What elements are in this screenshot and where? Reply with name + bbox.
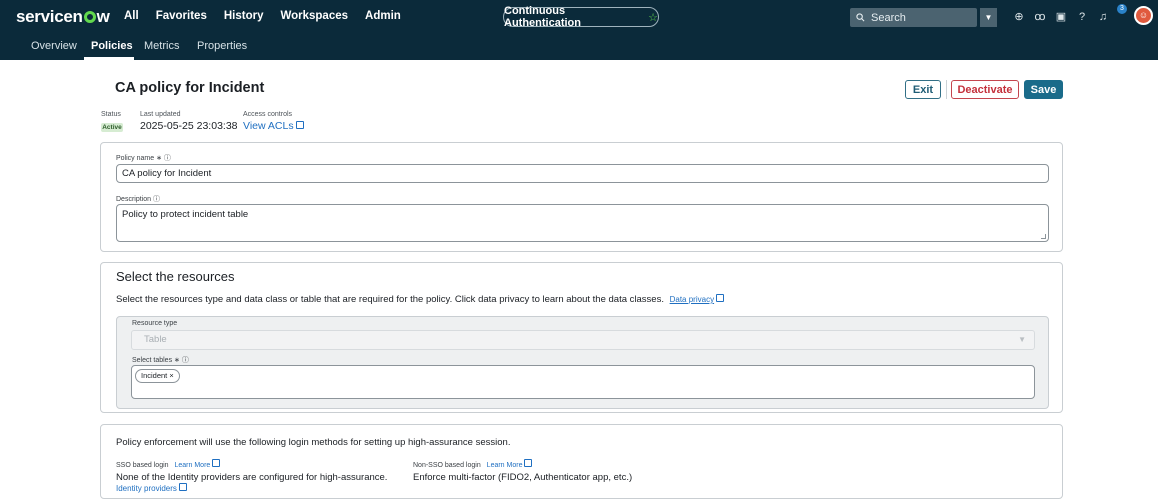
avatar[interactable]: ☺: [1134, 6, 1153, 25]
sso-label-row: SSO based login Learn More: [116, 459, 221, 469]
sso-value: None of the Identity providers are confi…: [116, 472, 388, 483]
sub-navigation: Overview Policies Metrics Properties: [0, 35, 1158, 60]
policy-name-label: Policy name ∗ ⓘ: [116, 155, 171, 162]
policy-name-field[interactable]: CA policy for Incident: [116, 164, 1049, 183]
nav-all[interactable]: All: [124, 10, 139, 22]
non-sso-value: Enforce multi-factor (FIDO2, Authenticat…: [413, 472, 633, 483]
description-label: Description ⓘ: [116, 196, 160, 203]
data-privacy-link[interactable]: Data privacy: [669, 294, 725, 304]
resources-description: Select the resources type and data class…: [116, 294, 725, 305]
external-link-icon: [212, 459, 221, 467]
star-icon[interactable]: ☆: [648, 11, 658, 24]
policy-details-card: Policy name ∗ ⓘ CA policy for Incident D…: [100, 142, 1063, 252]
tab-policies[interactable]: Policies: [91, 40, 133, 52]
globe-icon[interactable]: ⊕: [1012, 10, 1026, 24]
select-tables-label: Select tables ∗ ⓘ: [132, 357, 189, 364]
resources-description-text: Select the resources type and data class…: [116, 294, 664, 305]
search-placeholder: Search: [871, 11, 906, 24]
nav-admin[interactable]: Admin: [365, 10, 401, 22]
access-controls-label: Access controls: [243, 111, 293, 118]
description-field[interactable]: Policy to protect incident table: [116, 204, 1049, 242]
sso-label: SSO based login: [116, 462, 169, 469]
notification-badge: 3: [1117, 4, 1127, 14]
table-tag-label: Incident: [141, 371, 168, 380]
search-icon: [856, 13, 865, 22]
identity-providers-link[interactable]: Identity providers: [116, 483, 187, 493]
deactivate-button[interactable]: Deactivate: [951, 80, 1019, 99]
non-sso-label: Non-SSO based login: [413, 462, 481, 469]
servicenow-logo[interactable]: servicen w: [16, 7, 110, 27]
search-scope-dropdown[interactable]: ▼: [980, 8, 997, 27]
status-badge: Active: [101, 123, 123, 132]
description-value: Policy to protect incident table: [122, 209, 249, 220]
screen-icon[interactable]: ▣: [1054, 10, 1068, 24]
sso-learn-more-link[interactable]: Learn More: [174, 459, 221, 469]
active-tab-indicator: [84, 57, 134, 60]
external-link-icon: [295, 121, 304, 129]
resource-selection-panel: Resource type Table ▼ Select tables ∗ ⓘ …: [116, 316, 1049, 409]
identity-providers-label: Identity providers: [116, 484, 177, 493]
resource-type-value: Table: [144, 334, 167, 345]
external-link-icon: [524, 459, 533, 467]
non-sso-learn-more-link[interactable]: Learn More: [486, 459, 533, 469]
chat-icon[interactable]: ꝏ: [1033, 10, 1047, 24]
status-label: Status: [101, 111, 121, 118]
tab-metrics[interactable]: Metrics: [144, 40, 179, 52]
search-input[interactable]: Search: [850, 8, 977, 27]
nav-favorites[interactable]: Favorites: [156, 10, 207, 22]
table-tag: Incident ×: [135, 369, 180, 383]
resource-type-label: Resource type: [132, 320, 178, 327]
resource-type-select: Table ▼: [131, 330, 1035, 350]
context-pill-label: Continuous Authentication: [504, 5, 581, 29]
save-button[interactable]: Save: [1024, 80, 1063, 99]
bell-icon[interactable]: ♫: [1096, 10, 1110, 24]
top-navigation: servicen w All Favorites History Workspac…: [0, 0, 1158, 35]
help-icon[interactable]: ?: [1075, 10, 1089, 24]
tab-properties[interactable]: Properties: [197, 40, 247, 52]
select-tables-field[interactable]: Incident ×: [131, 365, 1035, 399]
last-updated-label: Last updated: [140, 111, 181, 118]
data-privacy-label: Data privacy: [669, 295, 715, 304]
external-link-icon: [716, 294, 725, 302]
context-pill[interactable]: Continuous Authentication ☆: [503, 5, 659, 29]
remove-tag-icon[interactable]: ×: [169, 371, 173, 380]
view-acls-link[interactable]: View ACLs: [243, 120, 304, 132]
external-link-icon: [178, 483, 187, 491]
resources-title: Select the resources: [116, 269, 235, 284]
page-title: CA policy for Incident: [115, 80, 265, 96]
divider: [946, 80, 947, 99]
exit-button[interactable]: Exit: [905, 80, 941, 99]
non-sso-learn-more-label: Learn More: [486, 462, 523, 469]
nav-workspaces[interactable]: Workspaces: [280, 10, 348, 22]
resources-card: Select the resources Select the resource…: [100, 262, 1063, 413]
login-methods-card: Policy enforcement will use the followin…: [100, 424, 1063, 499]
view-acls-label: View ACLs: [243, 120, 294, 132]
tab-overview[interactable]: Overview: [31, 40, 77, 52]
login-methods-heading: Policy enforcement will use the followin…: [116, 437, 511, 448]
last-updated-value: 2025-05-25 23:03:38: [140, 120, 238, 132]
resize-handle-icon[interactable]: [1041, 234, 1046, 239]
nav-history[interactable]: History: [224, 10, 264, 22]
chevron-down-icon: ▼: [1018, 335, 1026, 344]
non-sso-label-row: Non-SSO based login Learn More: [413, 459, 533, 469]
sso-learn-more-label: Learn More: [174, 462, 211, 469]
main-nav: All Favorites History Workspaces Admin: [124, 10, 418, 22]
